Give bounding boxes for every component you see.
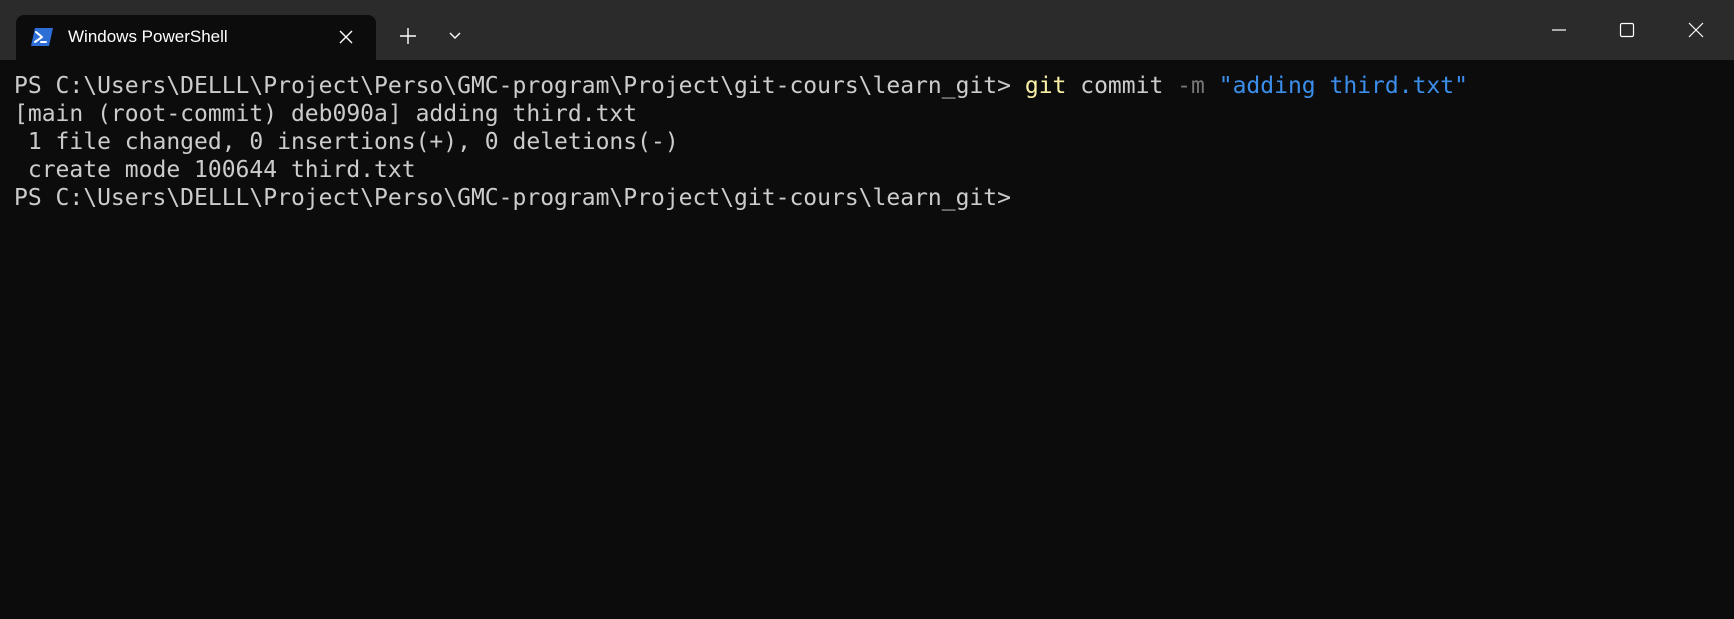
terminal-line-command: PS C:\Users\DELLL\Project\Perso\GMC-prog… bbox=[14, 72, 1734, 100]
tab-title: Windows PowerShell bbox=[68, 27, 228, 46]
title-bar[interactable]: Windows PowerShell bbox=[0, 0, 1734, 60]
close-window-button[interactable] bbox=[1673, 8, 1719, 52]
terminal-line-output: [main (root-commit) deb090a] adding thir… bbox=[14, 101, 638, 127]
tab-close-button[interactable] bbox=[334, 25, 358, 49]
command-param: -m bbox=[1177, 73, 1205, 99]
maximize-button[interactable] bbox=[1604, 8, 1650, 52]
terminal-line-output: 1 file changed, 0 insertions(+), 0 delet… bbox=[14, 129, 679, 155]
prompt-text: PS C:\Users\DELLL\Project\Perso\GMC-prog… bbox=[14, 73, 1025, 99]
minimize-button[interactable] bbox=[1536, 8, 1582, 52]
new-tab-button[interactable] bbox=[394, 22, 422, 50]
command-string: "adding third.txt" bbox=[1204, 73, 1468, 99]
command-args: commit bbox=[1066, 73, 1178, 99]
tab-windows-powershell[interactable]: Windows PowerShell bbox=[16, 15, 376, 60]
close-icon bbox=[339, 30, 353, 44]
minimize-icon bbox=[1552, 29, 1566, 31]
terminal-output[interactable]: PS C:\Users\DELLL\Project\Perso\GMC-prog… bbox=[0, 60, 1734, 619]
plus-icon bbox=[400, 28, 416, 44]
maximize-icon bbox=[1619, 22, 1635, 38]
close-icon bbox=[1688, 22, 1704, 38]
tab-dropdown-button[interactable] bbox=[441, 22, 469, 50]
command-text: git bbox=[1024, 73, 1067, 99]
powershell-window: Windows PowerShell PS C:\Users\DELLL\Pro… bbox=[0, 0, 1734, 619]
terminal-line-output: create mode 100644 third.txt bbox=[14, 157, 416, 183]
powershell-icon bbox=[30, 27, 54, 47]
terminal-line-prompt: PS C:\Users\DELLL\Project\Perso\GMC-prog… bbox=[14, 185, 1011, 211]
chevron-down-icon bbox=[449, 32, 461, 39]
